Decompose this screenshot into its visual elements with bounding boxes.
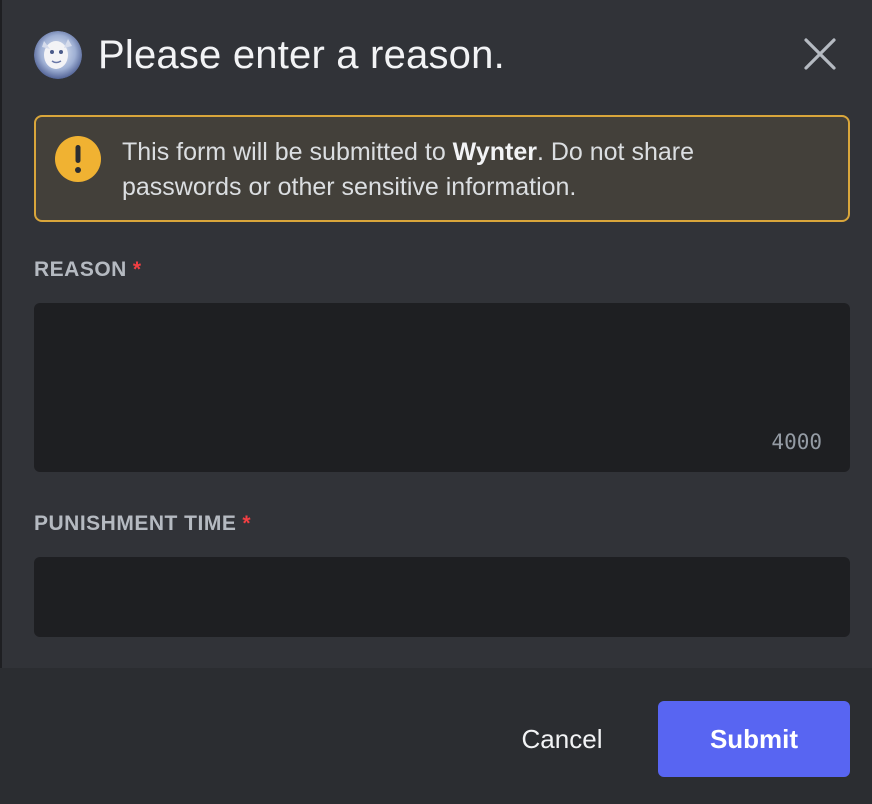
submit-button[interactable]: Submit: [658, 701, 850, 777]
punishment-time-input[interactable]: [34, 557, 850, 637]
required-marker: *: [132, 258, 142, 281]
reason-label-text: REASON: [34, 258, 127, 281]
close-icon: [804, 38, 836, 70]
warning-notice: This form will be submitted to Wynter. D…: [34, 115, 850, 222]
modal-header: Please enter a reason.: [34, 28, 838, 82]
notice-app-name: Wynter: [452, 138, 537, 166]
notice-text-before: This form will be submitted to: [122, 138, 453, 166]
reason-label: REASON *: [34, 258, 142, 282]
reason-textarea[interactable]: 4000: [34, 303, 850, 472]
punishment-time-label-text: PUNISHMENT TIME: [34, 512, 237, 535]
modal-dialog: Please enter a reason. This form will be…: [0, 0, 872, 804]
close-button[interactable]: [802, 36, 838, 72]
cancel-button[interactable]: Cancel: [496, 701, 628, 777]
notice-text: This form will be submitted to Wynter. D…: [122, 135, 802, 205]
bot-avatar-icon: [34, 31, 82, 79]
required-marker: *: [242, 512, 252, 535]
modal-title: Please enter a reason.: [98, 32, 505, 77]
punishment-time-label: PUNISHMENT TIME *: [34, 512, 251, 536]
warning-icon: [54, 135, 102, 183]
character-count: 4000: [771, 430, 822, 454]
